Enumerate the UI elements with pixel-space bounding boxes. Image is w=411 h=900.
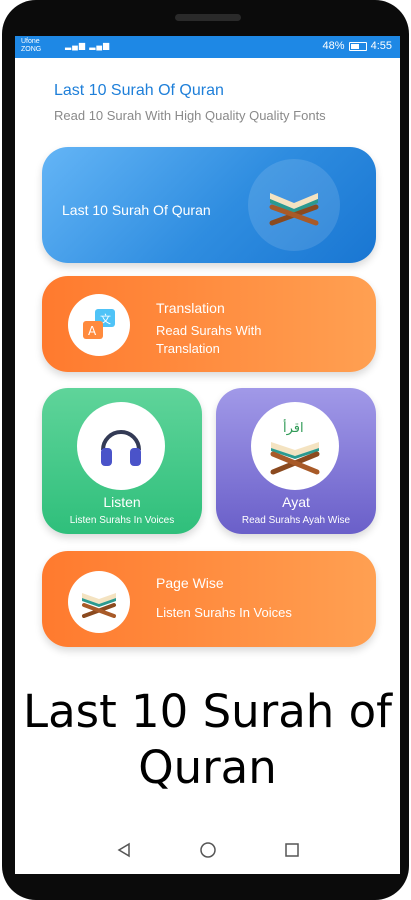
svg-text:A: A (88, 324, 97, 338)
page-wise-subtitle: Listen Surahs In Voices (156, 605, 292, 620)
status-right: 48% 4:55 (323, 40, 392, 52)
iqra-text: اقرأ (283, 419, 304, 436)
listen-title: Listen (103, 494, 141, 510)
phone-frame: Ufone ZONG ▂▄▆ ▂▄▆ 48% 4:55 Last 10 Sura… (2, 0, 409, 900)
carrier-top: Ufone (21, 38, 40, 45)
phone-speaker (175, 14, 241, 21)
battery-percent: 48% (322, 40, 345, 52)
ayat-subtitle: Read Surahs Ayah Wise (241, 515, 351, 526)
carrier-bottom: ZONG (21, 46, 42, 53)
translation-icon: 文 A (83, 309, 115, 339)
ayat-card[interactable]: اقرأ Ayat Read Surahs Ayah Wise (216, 388, 376, 534)
back-button[interactable] (113, 839, 135, 861)
translation-subtitle: Read Surahs With Translation (156, 323, 262, 356)
home-icon (199, 842, 216, 858)
promo-banner-text: Last 10 Surah of Quran (23, 685, 392, 794)
screen: Ufone ZONG ▂▄▆ ▂▄▆ 48% 4:55 Last 10 Sura… (15, 36, 400, 874)
status-bar: Ufone ZONG ▂▄▆ ▂▄▆ 48% 4:55 (15, 36, 400, 58)
listen-icon-circle (77, 402, 165, 490)
listen-card[interactable]: Listen Listen Surahs In Voices (42, 388, 202, 534)
page-subtitle: Read 10 Surah With High Quality Quality … (54, 108, 326, 123)
quran-book-icon (82, 593, 116, 618)
page-wise-icon-circle (68, 571, 130, 633)
headphones-icon (101, 430, 141, 466)
listen-subtitle: Listen Surahs In Voices (69, 515, 175, 526)
translation-icon-circle: 文 A (68, 294, 130, 356)
clock: 4:55 (370, 40, 392, 52)
signal-icon: ▂▄▆ ▂▄▆ (65, 41, 111, 50)
ayat-icon-circle: اقرأ (251, 402, 339, 490)
navigation-bar (15, 826, 400, 874)
recents-button[interactable] (281, 839, 303, 861)
back-icon (117, 842, 130, 858)
recents-icon (284, 843, 299, 857)
translation-title: Translation (156, 300, 225, 316)
translation-card[interactable]: 文 A Translation Read Surahs With Transla… (42, 276, 376, 372)
page-wise-title: Page Wise (156, 575, 224, 591)
quran-iqra-icon: اقرأ (270, 419, 320, 475)
quran-card-label: Last 10 Surah Of Quran (62, 202, 211, 218)
carrier-info: Ufone ZONG (21, 38, 41, 54)
page-title: Last 10 Surah Of Quran (54, 82, 224, 99)
quran-card[interactable]: Last 10 Surah Of Quran (42, 147, 376, 263)
page-wise-card[interactable]: Page Wise Listen Surahs In Voices (42, 551, 376, 647)
battery-icon (348, 41, 367, 51)
ayat-title: Ayat (282, 494, 310, 510)
home-button[interactable] (197, 839, 219, 861)
quran-stand-icon (269, 193, 319, 226)
